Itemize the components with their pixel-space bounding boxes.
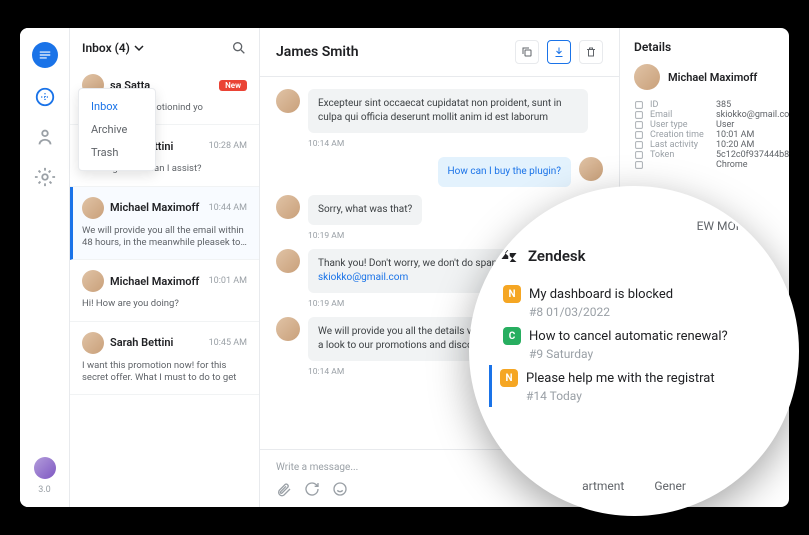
conv-name: Michael Maximoff <box>110 201 203 214</box>
detail-row: ID385 <box>634 100 775 110</box>
detail-row: Chrome <box>634 160 775 170</box>
footer-item-2[interactable]: Gener <box>654 479 686 493</box>
detail-icon <box>634 160 644 170</box>
ticket-meta: #14 Today <box>526 389 768 403</box>
avatar <box>579 157 603 181</box>
zoom-lens: EW MORE Zendesk N My dashboard is blocked… <box>469 186 799 516</box>
conv-preview: I want this promotion now! for this secr… <box>82 360 247 385</box>
detail-icon <box>634 130 644 140</box>
conv-preview: We will provide you all the email within… <box>82 225 247 250</box>
detail-icon <box>634 120 644 130</box>
ticket-title: My dashboard is blocked <box>529 287 673 302</box>
message-time: 10:14 AM <box>308 139 603 149</box>
folder-selector[interactable]: Inbox (4) <box>82 41 144 55</box>
saved-reply-icon[interactable] <box>304 481 320 497</box>
attach-icon[interactable] <box>276 481 292 497</box>
emoji-icon[interactable] <box>332 481 348 497</box>
message-bubble: Excepteur sint occaecat cupidatat non pr… <box>308 89 588 133</box>
gear-icon[interactable] <box>34 166 56 188</box>
conv-time: 10:44 AM <box>209 203 247 213</box>
ticket-status-badge: C <box>503 327 521 345</box>
avatar <box>276 89 300 113</box>
conv-time: 10:45 AM <box>209 338 247 348</box>
folder-option-trash[interactable]: Trash <box>79 141 155 164</box>
ticket-item[interactable]: N My dashboard is blocked #8 01/03/2022 <box>500 281 768 323</box>
conv-time: 10:28 AM <box>209 141 247 151</box>
detail-icon <box>634 100 644 110</box>
conv-preview: Hi! How are you doing? <box>82 298 247 310</box>
avatar <box>276 195 300 219</box>
details-user-name: Michael Maximoff <box>668 71 757 84</box>
avatar <box>82 270 104 292</box>
detail-row: Token5c12c0f937444b8b8262f5f <box>634 150 775 160</box>
message-row: How can I buy the plugin? <box>276 157 603 187</box>
view-more-button[interactable]: EW MORE <box>500 219 768 233</box>
download-icon[interactable] <box>547 40 571 64</box>
message-row: Excepteur sint occaecat cupidatat non pr… <box>276 89 603 133</box>
avatar <box>82 332 104 354</box>
avatar <box>82 197 104 219</box>
ticket-title: Please help me with the registrat <box>526 371 715 386</box>
current-user-avatar[interactable] <box>34 457 56 479</box>
new-badge: New <box>219 80 247 91</box>
detail-icon <box>634 150 644 160</box>
app-logo[interactable] <box>32 42 58 68</box>
avatar <box>276 249 300 273</box>
chevron-down-icon <box>134 43 144 53</box>
footer-item-1[interactable]: artment <box>582 479 624 493</box>
ticket-item[interactable]: N Please help me with the registrat #14 To… <box>489 365 768 407</box>
users-icon[interactable] <box>34 126 56 148</box>
zendesk-logo-icon <box>500 247 518 265</box>
search-icon[interactable] <box>231 40 247 56</box>
conversation-item[interactable]: Michael Maximoff 10:44 AM We will provide … <box>70 187 259 261</box>
detail-row: Creation time10:01 AM <box>634 130 775 140</box>
ticket-meta: #8 01/03/2022 <box>529 305 768 319</box>
version-label: 3.0 <box>38 485 51 495</box>
message-bubble: Sorry, what was that? <box>308 195 422 225</box>
details-avatar <box>634 64 660 90</box>
conversation-item[interactable]: Sarah Bettini 10:45 AM I want this promoti… <box>70 322 259 396</box>
ticket-meta: #9 Saturday <box>529 347 768 361</box>
integration-name: Zendesk <box>528 247 586 265</box>
ticket-status-badge: N <box>503 285 521 303</box>
details-title: Details <box>634 40 775 54</box>
detail-icon <box>634 140 644 150</box>
folder-option-archive[interactable]: Archive <box>79 118 155 141</box>
detail-icon <box>634 110 644 120</box>
conv-name: Sarah Bettini <box>110 336 203 349</box>
folder-dropdown: Inbox Archive Trash <box>78 88 156 171</box>
conv-time: 10:01 AM <box>209 276 247 286</box>
avatar <box>276 317 300 341</box>
copy-icon[interactable] <box>515 40 539 64</box>
message-bubble: How can I buy the plugin? <box>438 157 571 187</box>
detail-row: Emailskiokko@gmail.com <box>634 110 775 120</box>
chat-icon[interactable] <box>34 86 56 108</box>
detail-row: Last activity10:20 AM <box>634 140 775 150</box>
ticket-item[interactable]: C How to cancel automatic renewal? #9 Satu… <box>500 323 768 365</box>
folder-option-inbox[interactable]: Inbox <box>79 95 155 118</box>
detail-row: User typeUser <box>634 120 775 130</box>
ticket-title: How to cancel automatic renewal? <box>529 329 728 344</box>
trash-icon[interactable] <box>579 40 603 64</box>
left-rail: 3.0 <box>20 28 70 507</box>
conversation-item[interactable]: Michael Maximoff 10:01 AM Hi! How are you … <box>70 260 259 321</box>
ticket-status-badge: N <box>500 369 518 387</box>
chat-title: James Smith <box>276 44 359 60</box>
conv-name: Michael Maximoff <box>110 275 203 288</box>
